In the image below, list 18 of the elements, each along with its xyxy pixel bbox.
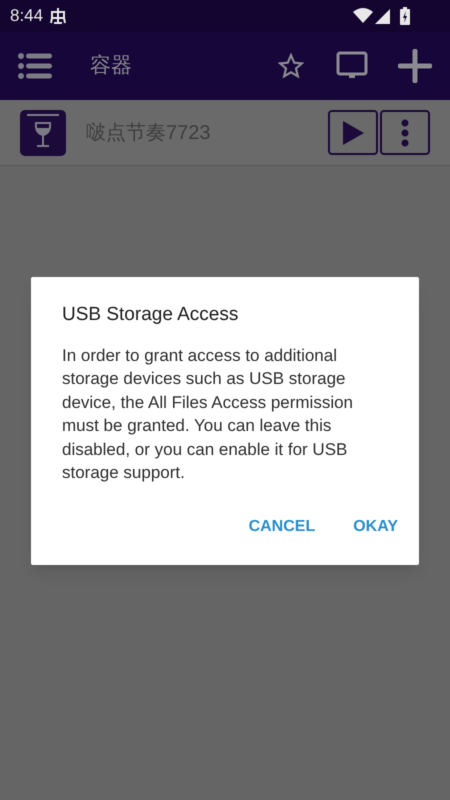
battery-icon: [400, 7, 410, 25]
wine-glass-icon: [20, 110, 66, 156]
signal-icon: [375, 8, 390, 24]
dialog-message: In order to grant access to additional storage devices such as USB storage device, the All Files Access permission must be granted. You can leave this disabled, or you can enable it for USB storage support.: [62, 344, 354, 484]
monitor-icon[interactable]: [336, 51, 368, 81]
status-time: 8:44: [10, 5, 44, 28]
dialog-title: USB Storage Access: [62, 303, 240, 327]
wifi-icon: [353, 8, 373, 24]
plus-icon[interactable]: [398, 49, 432, 83]
star-icon[interactable]: [278, 53, 304, 79]
play-button[interactable]: [328, 110, 378, 155]
app-title: 容器: [90, 53, 132, 80]
dialog-button[interactable]: OKAY: [345, 508, 406, 544]
more-button[interactable]: [380, 110, 430, 155]
menu-icon[interactable]: [18, 53, 52, 79]
play-icon: [341, 120, 365, 146]
more-icon: [401, 118, 409, 146]
dialog-button[interactable]: CANCEL: [240, 508, 324, 544]
